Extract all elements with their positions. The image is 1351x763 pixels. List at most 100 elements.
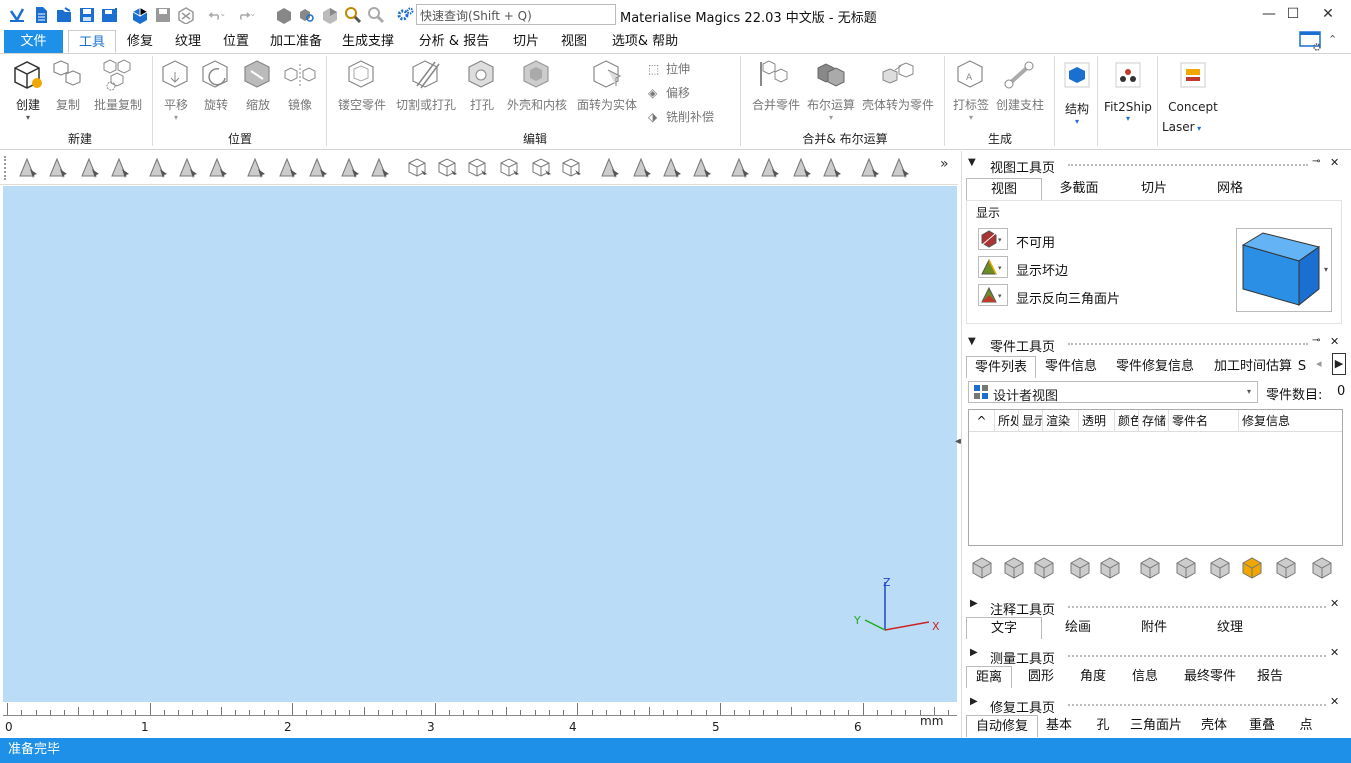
col-show[interactable]: 显示 xyxy=(1019,410,1043,432)
scale-button[interactable]: 缩放 xyxy=(238,58,278,113)
view-tab-multisection[interactable]: 多截面 xyxy=(1046,178,1112,200)
fit2ship-button[interactable]: Fit2Ship ▾ xyxy=(1102,58,1154,123)
unmark-icon[interactable] xyxy=(728,156,752,180)
part-tab-more[interactable]: S xyxy=(1296,356,1308,378)
zoom-out-icon[interactable] xyxy=(367,6,385,24)
panel-grip[interactable] xyxy=(1068,655,1326,657)
repair-tab-points[interactable]: 点 xyxy=(1294,715,1318,737)
shell-core-button[interactable]: 外壳和内核 xyxy=(506,58,568,113)
hollow-part-button[interactable]: 镂空零件 xyxy=(334,58,390,113)
view-tab-view[interactable]: 视图 xyxy=(966,178,1042,200)
repair-tab-triangles[interactable]: 三角面片 xyxy=(1128,715,1184,737)
save-icon[interactable] xyxy=(78,6,96,24)
part-box-5-icon[interactable] xyxy=(530,156,554,180)
col-sort[interactable]: ^ xyxy=(969,410,995,432)
toolbar-grip[interactable] xyxy=(4,156,8,180)
col-render[interactable]: 渲染 xyxy=(1043,410,1079,432)
group-parts-icon[interactable] xyxy=(1068,555,1094,581)
settings-gear-icon[interactable] xyxy=(396,6,414,24)
3d-viewport[interactable]: Z Y X xyxy=(3,186,957,702)
zoom-selected-icon[interactable] xyxy=(321,6,339,24)
select-surface-icon[interactable] xyxy=(78,156,102,180)
close-panel-icon[interactable]: ✕ xyxy=(1330,695,1339,708)
part-tab-info[interactable]: 零件信息 xyxy=(1040,356,1102,378)
concept-laser-button[interactable]: Concept Laser ▾ xyxy=(1162,58,1224,134)
select-plane-icon[interactable] xyxy=(46,156,70,180)
close-panel-icon[interactable]: ✕ xyxy=(1330,597,1339,610)
undo-icon[interactable] xyxy=(207,6,231,24)
tab-slice[interactable]: 切片 xyxy=(506,30,546,53)
tab-scroll-right-icon[interactable]: ▶ xyxy=(1332,353,1346,375)
view-tab-mesh[interactable]: 网格 xyxy=(1198,178,1262,200)
extrude-button[interactable]: ⬚ 拉伸 xyxy=(648,60,690,77)
col-storage[interactable]: 存储 xyxy=(1139,410,1169,432)
collapse-ribbon-icon[interactable]: ⌃ xyxy=(1328,33,1337,46)
part-box-4-icon[interactable] xyxy=(498,156,522,180)
bad-edges-dropdown[interactable]: ▾ xyxy=(978,256,1008,278)
surface-to-solid-button[interactable]: 面转为实体 xyxy=(576,58,638,113)
visibility-icon[interactable] xyxy=(858,156,882,180)
label-button[interactable]: A 打标签 ▾ xyxy=(950,58,992,122)
panel-grip[interactable] xyxy=(1068,343,1308,345)
inverted-triangles-dropdown[interactable]: ▾ xyxy=(978,284,1008,306)
repair-tab-overlap[interactable]: 重叠 xyxy=(1242,715,1282,737)
part-box-icon[interactable] xyxy=(406,156,430,180)
select-shell-icon[interactable] xyxy=(276,156,300,180)
zoom-icon[interactable] xyxy=(344,6,362,24)
list-options-icon[interactable] xyxy=(1310,555,1336,581)
structure-button[interactable]: 结构 ▾ xyxy=(1058,58,1096,126)
annotation-tab-texture[interactable]: 纹理 xyxy=(1198,617,1262,639)
part-box-6-icon[interactable] xyxy=(560,156,584,180)
select-all-parts-icon[interactable] xyxy=(970,555,996,581)
mark-triangle-2-icon[interactable] xyxy=(630,156,654,180)
tab-support[interactable]: 生成支撑 xyxy=(336,30,400,53)
import-part-icon[interactable] xyxy=(131,6,149,24)
part-tab-time-estimate[interactable]: 加工时间估算 xyxy=(1210,356,1296,378)
offset-button[interactable]: ◈ 偏移 xyxy=(648,84,690,101)
shell-to-part-button[interactable]: 壳体转为零件 xyxy=(860,58,936,113)
select-sphere-icon[interactable] xyxy=(108,156,132,180)
measure-tab-distance[interactable]: 距离 xyxy=(966,666,1012,688)
pin-icon[interactable]: ⊸ xyxy=(1312,335,1320,346)
tab-analysis-report[interactable]: 分析 & 报告 xyxy=(412,30,496,53)
expand-triangle-icon[interactable]: ▶ xyxy=(970,696,978,707)
color-part-icon[interactable] xyxy=(1240,555,1266,581)
create-button[interactable]: 创建 ▾ xyxy=(8,58,48,122)
unmark-3-icon[interactable] xyxy=(790,156,814,180)
col-part-name[interactable]: 零件名 xyxy=(1169,410,1239,432)
tab-position[interactable]: 位置 xyxy=(216,30,256,53)
pin-icon[interactable]: ⊸ xyxy=(1312,156,1320,167)
select-cylinder-icon[interactable] xyxy=(368,156,392,180)
batch-copy-button[interactable]: 批量复制 xyxy=(90,58,146,113)
select-rectangle-icon[interactable] xyxy=(146,156,170,180)
app-logo-icon[interactable] xyxy=(8,6,26,24)
repair-tab-basic[interactable]: 基本 xyxy=(1042,715,1076,737)
part-tab-list[interactable]: 零件列表 xyxy=(966,356,1036,378)
panel-grip[interactable] xyxy=(1068,164,1308,166)
unavailable-dropdown[interactable]: ▾ xyxy=(978,228,1008,250)
view-tab-slice[interactable]: 切片 xyxy=(1122,178,1186,200)
tab-file[interactable]: 文件 xyxy=(4,30,63,53)
tab-tools[interactable]: 工具 xyxy=(68,30,116,53)
close-panel-icon[interactable]: ✕ xyxy=(1330,156,1339,169)
tab-repair[interactable]: 修复 xyxy=(120,30,160,53)
panel-grip[interactable] xyxy=(1068,704,1326,706)
measure-tab-angle[interactable]: 角度 xyxy=(1070,666,1116,688)
ungroup-parts-icon[interactable] xyxy=(1098,555,1124,581)
measure-tab-circle[interactable]: 圆形 xyxy=(1018,666,1064,688)
rotate-button[interactable]: 旋转 xyxy=(198,58,234,113)
panel-grip[interactable] xyxy=(1068,606,1326,608)
repair-tab-holes[interactable]: 孔 xyxy=(1088,715,1118,737)
collapse-triangle-icon[interactable]: ▼ xyxy=(968,336,976,347)
part-list-table[interactable]: ^ 所处 显示 渲染 透明 颜色 存储 零件名 修复信息 xyxy=(968,409,1343,546)
translate-button[interactable]: 平移 ▾ xyxy=(158,58,194,122)
workspace-settings-icon[interactable] xyxy=(1299,30,1323,52)
mark-triangle-3-icon[interactable] xyxy=(660,156,684,180)
quick-search-input[interactable]: 快速查询(Shift + Q) xyxy=(416,4,616,25)
designer-view-select[interactable]: 设计者视图 ▾ xyxy=(968,381,1258,404)
save-all-icon[interactable] xyxy=(101,6,119,24)
select-brush-icon[interactable] xyxy=(176,156,200,180)
expand-triangle-icon[interactable]: ▶ xyxy=(970,598,978,609)
cut-punch-button[interactable]: 切割或打孔 xyxy=(394,58,458,113)
edit-part-icon[interactable] xyxy=(1208,555,1234,581)
